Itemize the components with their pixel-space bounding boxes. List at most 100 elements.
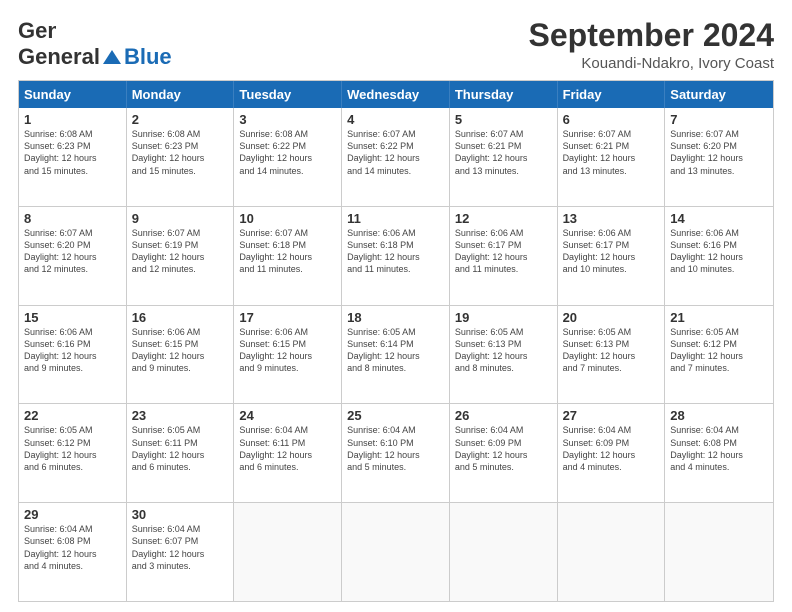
- day-empty-3: [450, 503, 558, 601]
- day-2: 2 Sunrise: 6:08 AMSunset: 6:23 PMDayligh…: [127, 108, 235, 206]
- title-section: September 2024 Kouandi-Ndakro, Ivory Coa…: [529, 18, 774, 72]
- day-16: 16 Sunrise: 6:06 AMSunset: 6:15 PMDaylig…: [127, 306, 235, 404]
- day-number: 19: [455, 310, 552, 325]
- day-12: 12 Sunrise: 6:06 AMSunset: 6:17 PMDaylig…: [450, 207, 558, 305]
- day-24: 24 Sunrise: 6:04 AMSunset: 6:11 PMDaylig…: [234, 404, 342, 502]
- day-info: Sunrise: 6:07 AMSunset: 6:20 PMDaylight:…: [24, 227, 121, 276]
- day-info: Sunrise: 6:05 AMSunset: 6:11 PMDaylight:…: [132, 424, 229, 473]
- day-info: Sunrise: 6:06 AMSunset: 6:17 PMDaylight:…: [455, 227, 552, 276]
- day-info: Sunrise: 6:05 AMSunset: 6:12 PMDaylight:…: [670, 326, 768, 375]
- col-thursday: Thursday: [450, 81, 558, 108]
- day-30: 30 Sunrise: 6:04 AMSunset: 6:07 PMDaylig…: [127, 503, 235, 601]
- day-empty-5: [665, 503, 773, 601]
- day-number: 26: [455, 408, 552, 423]
- day-number: 1: [24, 112, 121, 127]
- day-info: Sunrise: 6:07 AMSunset: 6:20 PMDaylight:…: [670, 128, 768, 177]
- page: General General Blue September 2024 Koua…: [0, 0, 792, 612]
- day-info: Sunrise: 6:05 AMSunset: 6:13 PMDaylight:…: [455, 326, 552, 375]
- day-number: 4: [347, 112, 444, 127]
- week-row-2: 8 Sunrise: 6:07 AMSunset: 6:20 PMDayligh…: [19, 207, 773, 306]
- day-empty-1: [234, 503, 342, 601]
- day-number: 3: [239, 112, 336, 127]
- day-info: Sunrise: 6:04 AMSunset: 6:11 PMDaylight:…: [239, 424, 336, 473]
- day-22: 22 Sunrise: 6:05 AMSunset: 6:12 PMDaylig…: [19, 404, 127, 502]
- subtitle: Kouandi-Ndakro, Ivory Coast: [529, 55, 774, 72]
- logo-icon: General: [18, 18, 56, 44]
- day-number: 14: [670, 211, 768, 226]
- day-number: 25: [347, 408, 444, 423]
- col-wednesday: Wednesday: [342, 81, 450, 108]
- day-number: 6: [563, 112, 660, 127]
- logo-triangle-icon: [101, 46, 123, 68]
- col-monday: Monday: [127, 81, 235, 108]
- day-3: 3 Sunrise: 6:08 AMSunset: 6:22 PMDayligh…: [234, 108, 342, 206]
- day-15: 15 Sunrise: 6:06 AMSunset: 6:16 PMDaylig…: [19, 306, 127, 404]
- day-empty-4: [558, 503, 666, 601]
- day-18: 18 Sunrise: 6:05 AMSunset: 6:14 PMDaylig…: [342, 306, 450, 404]
- day-11: 11 Sunrise: 6:06 AMSunset: 6:18 PMDaylig…: [342, 207, 450, 305]
- day-number: 30: [132, 507, 229, 522]
- day-number: 10: [239, 211, 336, 226]
- day-number: 13: [563, 211, 660, 226]
- week-row-4: 22 Sunrise: 6:05 AMSunset: 6:12 PMDaylig…: [19, 404, 773, 503]
- day-14: 14 Sunrise: 6:06 AMSunset: 6:16 PMDaylig…: [665, 207, 773, 305]
- col-saturday: Saturday: [665, 81, 773, 108]
- day-number: 8: [24, 211, 121, 226]
- day-number: 2: [132, 112, 229, 127]
- day-info: Sunrise: 6:08 AMSunset: 6:22 PMDaylight:…: [239, 128, 336, 177]
- day-number: 7: [670, 112, 768, 127]
- day-23: 23 Sunrise: 6:05 AMSunset: 6:11 PMDaylig…: [127, 404, 235, 502]
- day-info: Sunrise: 6:06 AMSunset: 6:17 PMDaylight:…: [563, 227, 660, 276]
- day-7: 7 Sunrise: 6:07 AMSunset: 6:20 PMDayligh…: [665, 108, 773, 206]
- day-10: 10 Sunrise: 6:07 AMSunset: 6:18 PMDaylig…: [234, 207, 342, 305]
- day-info: Sunrise: 6:06 AMSunset: 6:16 PMDaylight:…: [24, 326, 121, 375]
- day-info: Sunrise: 6:04 AMSunset: 6:09 PMDaylight:…: [563, 424, 660, 473]
- day-number: 20: [563, 310, 660, 325]
- day-13: 13 Sunrise: 6:06 AMSunset: 6:17 PMDaylig…: [558, 207, 666, 305]
- calendar: Sunday Monday Tuesday Wednesday Thursday…: [18, 80, 774, 602]
- day-info: Sunrise: 6:06 AMSunset: 6:18 PMDaylight:…: [347, 227, 444, 276]
- day-number: 16: [132, 310, 229, 325]
- day-number: 12: [455, 211, 552, 226]
- day-info: Sunrise: 6:04 AMSunset: 6:07 PMDaylight:…: [132, 523, 229, 572]
- week-row-5: 29 Sunrise: 6:04 AMSunset: 6:08 PMDaylig…: [19, 503, 773, 601]
- day-number: 24: [239, 408, 336, 423]
- day-info: Sunrise: 6:04 AMSunset: 6:08 PMDaylight:…: [24, 523, 121, 572]
- day-info: Sunrise: 6:08 AMSunset: 6:23 PMDaylight:…: [132, 128, 229, 177]
- logo: General General Blue: [18, 18, 172, 70]
- day-info: Sunrise: 6:05 AMSunset: 6:12 PMDaylight:…: [24, 424, 121, 473]
- day-6: 6 Sunrise: 6:07 AMSunset: 6:21 PMDayligh…: [558, 108, 666, 206]
- week-row-3: 15 Sunrise: 6:06 AMSunset: 6:16 PMDaylig…: [19, 306, 773, 405]
- day-info: Sunrise: 6:06 AMSunset: 6:15 PMDaylight:…: [239, 326, 336, 375]
- day-number: 29: [24, 507, 121, 522]
- day-info: Sunrise: 6:04 AMSunset: 6:10 PMDaylight:…: [347, 424, 444, 473]
- day-info: Sunrise: 6:07 AMSunset: 6:19 PMDaylight:…: [132, 227, 229, 276]
- day-number: 28: [670, 408, 768, 423]
- day-info: Sunrise: 6:06 AMSunset: 6:15 PMDaylight:…: [132, 326, 229, 375]
- header: General General Blue September 2024 Koua…: [18, 18, 774, 72]
- day-4: 4 Sunrise: 6:07 AMSunset: 6:22 PMDayligh…: [342, 108, 450, 206]
- col-friday: Friday: [558, 81, 666, 108]
- day-info: Sunrise: 6:08 AMSunset: 6:23 PMDaylight:…: [24, 128, 121, 177]
- calendar-body: 1 Sunrise: 6:08 AMSunset: 6:23 PMDayligh…: [19, 108, 773, 601]
- day-info: Sunrise: 6:04 AMSunset: 6:08 PMDaylight:…: [670, 424, 768, 473]
- day-number: 18: [347, 310, 444, 325]
- day-number: 15: [24, 310, 121, 325]
- day-25: 25 Sunrise: 6:04 AMSunset: 6:10 PMDaylig…: [342, 404, 450, 502]
- day-number: 17: [239, 310, 336, 325]
- day-number: 22: [24, 408, 121, 423]
- day-26: 26 Sunrise: 6:04 AMSunset: 6:09 PMDaylig…: [450, 404, 558, 502]
- logo-general: General: [18, 44, 100, 70]
- day-info: Sunrise: 6:04 AMSunset: 6:09 PMDaylight:…: [455, 424, 552, 473]
- day-20: 20 Sunrise: 6:05 AMSunset: 6:13 PMDaylig…: [558, 306, 666, 404]
- day-info: Sunrise: 6:07 AMSunset: 6:21 PMDaylight:…: [563, 128, 660, 177]
- day-28: 28 Sunrise: 6:04 AMSunset: 6:08 PMDaylig…: [665, 404, 773, 502]
- day-8: 8 Sunrise: 6:07 AMSunset: 6:20 PMDayligh…: [19, 207, 127, 305]
- day-info: Sunrise: 6:05 AMSunset: 6:14 PMDaylight:…: [347, 326, 444, 375]
- day-info: Sunrise: 6:06 AMSunset: 6:16 PMDaylight:…: [670, 227, 768, 276]
- col-sunday: Sunday: [19, 81, 127, 108]
- day-27: 27 Sunrise: 6:04 AMSunset: 6:09 PMDaylig…: [558, 404, 666, 502]
- col-tuesday: Tuesday: [234, 81, 342, 108]
- calendar-header: Sunday Monday Tuesday Wednesday Thursday…: [19, 81, 773, 108]
- svg-text:General: General: [18, 18, 56, 43]
